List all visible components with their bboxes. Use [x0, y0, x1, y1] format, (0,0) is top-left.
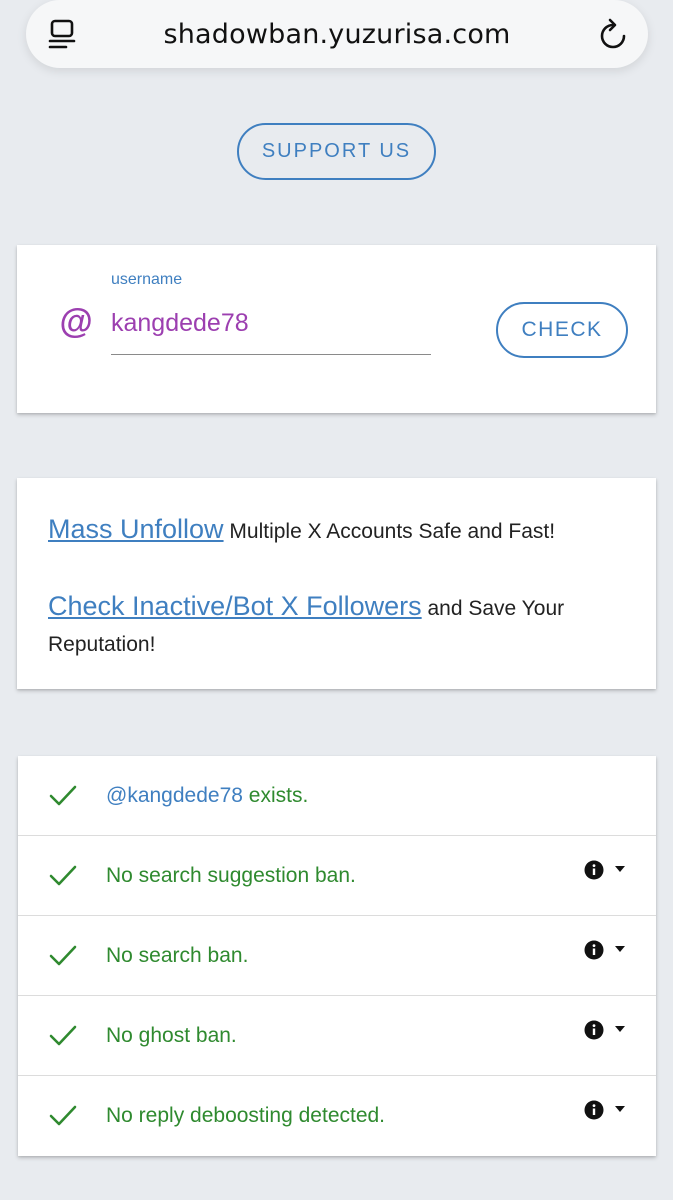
- info-icon[interactable]: [584, 1100, 604, 1120]
- promo-line-2: Check Inactive/Bot X Followers and Save …: [48, 588, 628, 663]
- check-icon: [49, 1025, 77, 1046]
- result-row-exists: @kangdede78 exists.: [18, 756, 656, 836]
- result-text: No search ban.: [106, 944, 249, 967]
- at-icon: @: [59, 303, 93, 341]
- mass-unfollow-link[interactable]: Mass Unfollow: [48, 514, 224, 544]
- chevron-down-icon[interactable]: [615, 946, 625, 952]
- username-label: username: [111, 271, 183, 288]
- check-icon: [49, 785, 77, 806]
- result-text: No search suggestion ban.: [106, 864, 356, 887]
- result-row-ghost-ban[interactable]: No ghost ban.: [18, 996, 656, 1076]
- info-icon[interactable]: [584, 1020, 604, 1040]
- chevron-down-icon[interactable]: [615, 1106, 625, 1112]
- check-icon: [49, 865, 77, 886]
- results-card: @kangdede78 exists. No search suggestion…: [18, 756, 656, 1156]
- input-underline: [111, 354, 431, 355]
- username-card: @ username kangdede78 CHECK: [17, 245, 656, 413]
- check-icon: [49, 1105, 77, 1126]
- result-handle: @kangdede78: [106, 784, 243, 807]
- info-icon[interactable]: [584, 860, 604, 880]
- check-icon: [49, 945, 77, 966]
- browser-url-bar[interactable]: shadowban.yuzurisa.com: [26, 0, 648, 68]
- page: shadowban.yuzurisa.com SUPPORT US @ user…: [0, 0, 673, 1200]
- tabs-overview-icon[interactable]: [48, 18, 76, 50]
- result-text: No ghost ban.: [106, 1024, 237, 1047]
- chevron-down-icon[interactable]: [615, 1026, 625, 1032]
- support-us-button[interactable]: SUPPORT US: [237, 123, 436, 180]
- promo-card: Mass Unfollow Multiple X Accounts Safe a…: [17, 478, 656, 689]
- result-text: @kangdede78 exists.: [106, 784, 309, 807]
- promo-text-1: Multiple X Accounts Safe and Fast!: [223, 520, 556, 543]
- reload-icon[interactable]: [598, 18, 628, 50]
- result-row-search-ban[interactable]: No search ban.: [18, 916, 656, 996]
- url-text[interactable]: shadowban.yuzurisa.com: [163, 19, 510, 50]
- result-text: No reply deboosting detected.: [106, 1104, 386, 1127]
- result-row-reply-deboosting[interactable]: No reply deboosting detected.: [18, 1076, 656, 1156]
- check-button[interactable]: CHECK: [496, 302, 628, 358]
- username-input[interactable]: kangdede78: [111, 309, 249, 338]
- info-icon[interactable]: [584, 940, 604, 960]
- promo-line-1: Mass Unfollow Multiple X Accounts Safe a…: [48, 514, 555, 545]
- check-inactive-followers-link[interactable]: Check Inactive/Bot X Followers: [48, 591, 422, 621]
- result-row-search-suggestion[interactable]: No search suggestion ban.: [18, 836, 656, 916]
- chevron-down-icon[interactable]: [615, 866, 625, 872]
